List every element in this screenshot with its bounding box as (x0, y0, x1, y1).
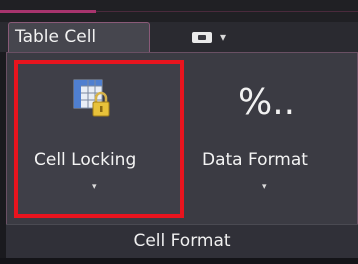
chevron-down-icon: ▾ (92, 182, 97, 192)
cell-lock-icon (73, 79, 110, 117)
ribbon-screenshot: Table Cell ▾ Cell Format Cell Locking ▾ … (0, 0, 358, 264)
accent-line (0, 10, 96, 13)
panel-toggle-icon (192, 32, 212, 43)
panel-visibility-dropdown[interactable]: ▾ (190, 28, 250, 48)
panel-title: Cell Format (133, 231, 231, 251)
tab-table-cell[interactable]: Table Cell (8, 22, 150, 52)
accent-line-thin (96, 11, 358, 12)
data-format-label: Data Format (202, 150, 308, 170)
chevron-down-icon: ▾ (220, 30, 227, 44)
cell-locking-label: Cell Locking (34, 150, 137, 170)
tab-label: Table Cell (15, 27, 97, 47)
window-edge (0, 258, 358, 264)
chevron-down-icon: ▾ (262, 182, 267, 192)
percent-icon: %.. (238, 82, 296, 123)
